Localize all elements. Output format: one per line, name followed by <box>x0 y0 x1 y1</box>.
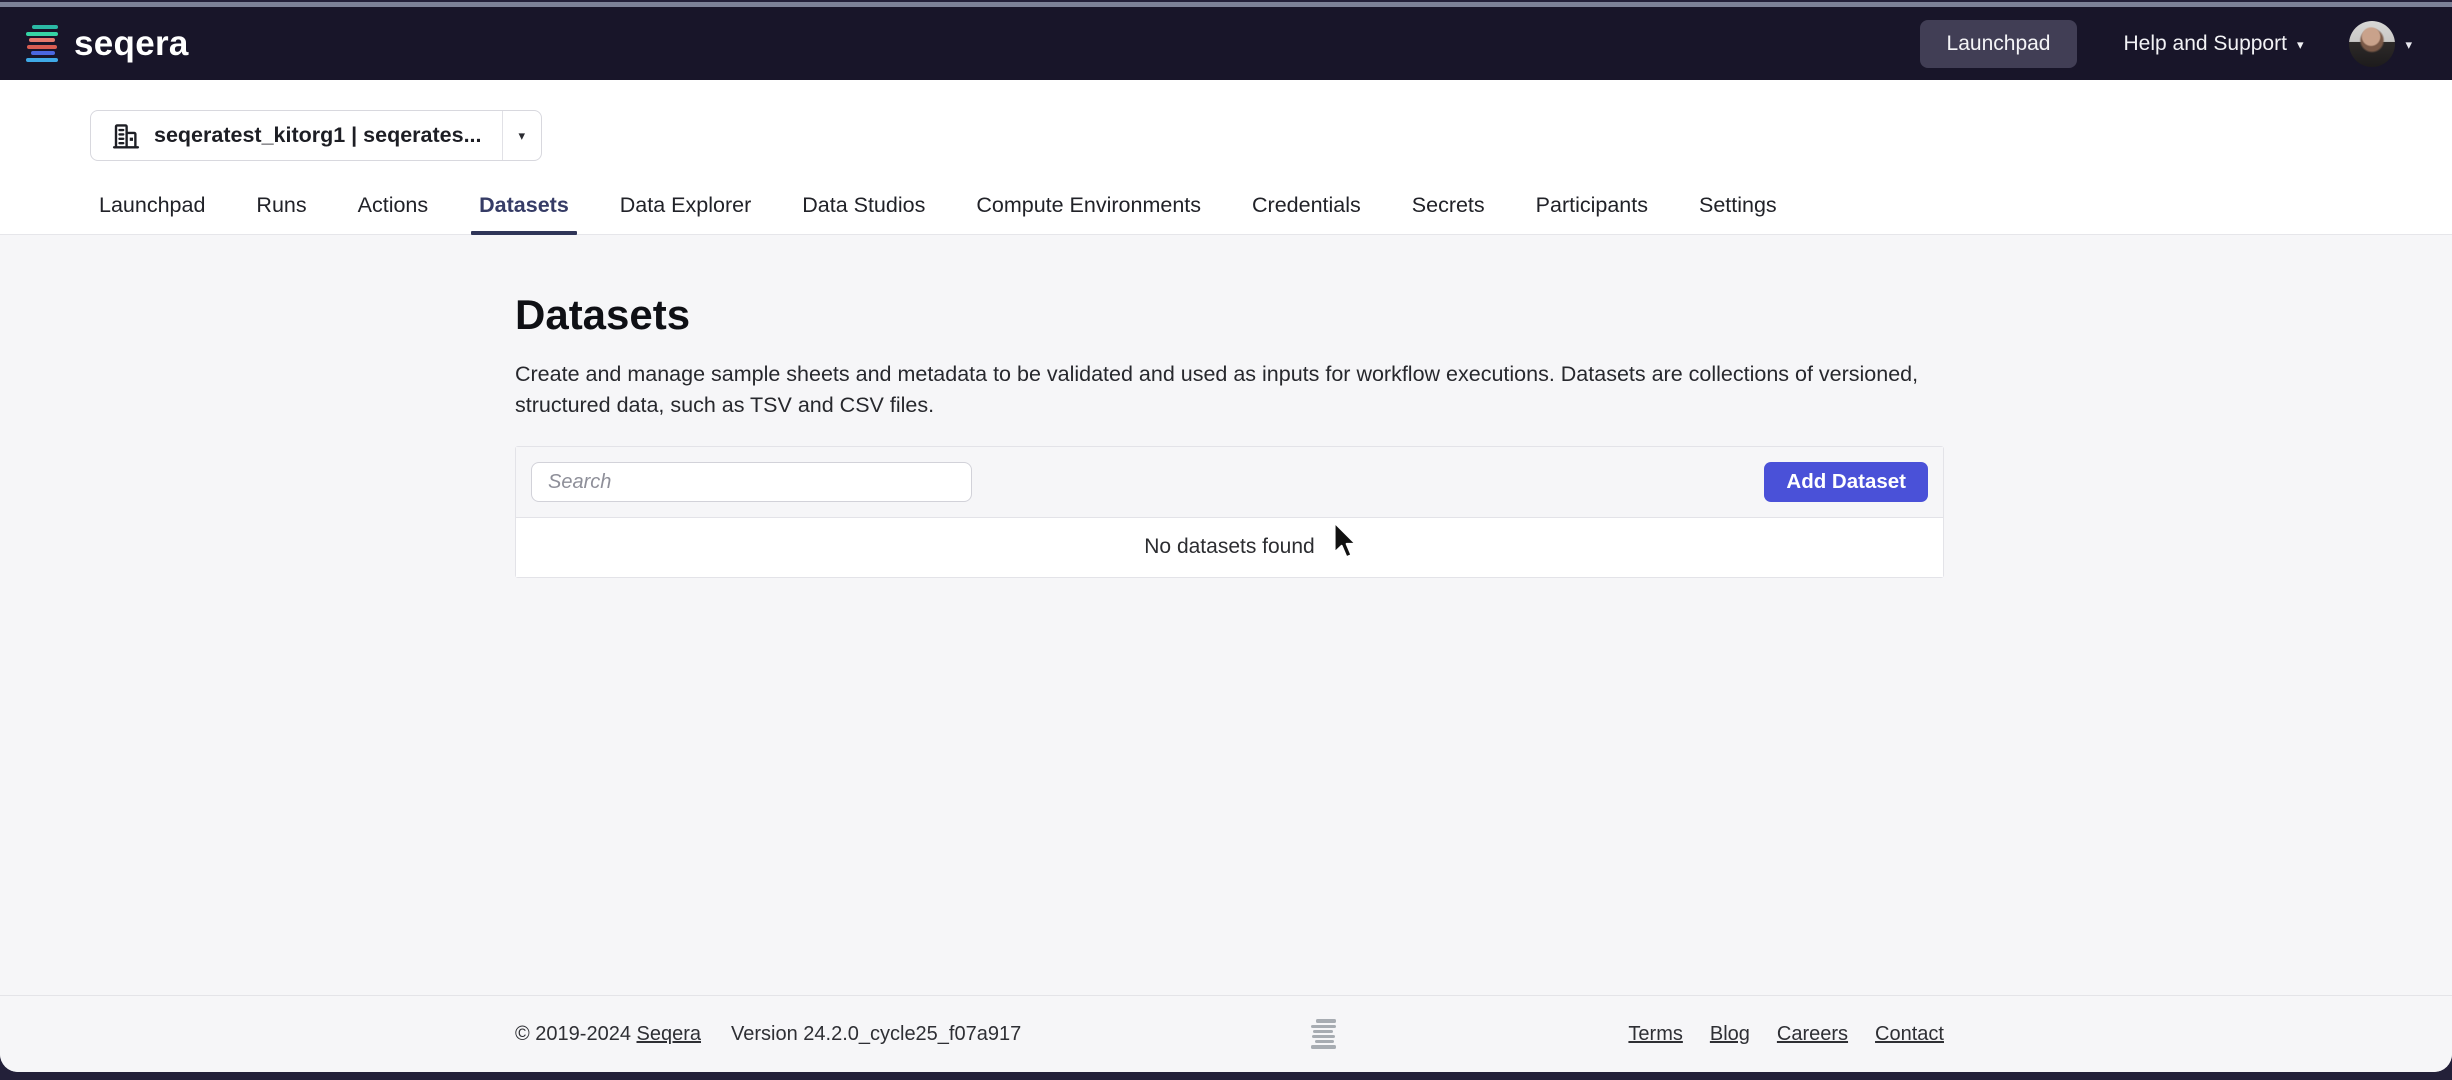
footer-link-terms[interactable]: Terms <box>1628 1023 1682 1046</box>
help-and-support-menu[interactable]: Help and Support ▾ <box>2123 32 2303 56</box>
empty-state-message: No datasets found <box>1144 535 1314 558</box>
version-text: Version 24.2.0_cycle25_f07a917 <box>731 1023 1021 1046</box>
tab-actions[interactable]: Actions <box>356 193 431 234</box>
tab-data-explorer[interactable]: Data Explorer <box>618 193 753 234</box>
chevron-down-icon: ▾ <box>2297 38 2304 51</box>
tab-participants[interactable]: Participants <box>1534 193 1650 234</box>
page-content: seqeratest_kitorg1 | seqerates... ▾ Laun… <box>0 80 2452 1072</box>
page-footer: © 2019-2024 Seqera Version 24.2.0_cycle2… <box>0 995 2452 1072</box>
footer-links: Terms Blog Careers Contact <box>1628 1023 1944 1046</box>
avatar <box>2349 21 2395 67</box>
organization-icon <box>111 121 141 151</box>
top-navbar: seqera Launchpad Help and Support ▾ ▾ <box>0 7 2452 80</box>
tab-data-studios[interactable]: Data Studios <box>800 193 927 234</box>
user-menu[interactable]: ▾ <box>2349 21 2412 67</box>
add-dataset-button[interactable]: Add Dataset <box>1764 462 1928 502</box>
tab-launchpad[interactable]: Launchpad <box>97 193 207 234</box>
seqera-logo-icon <box>26 25 60 62</box>
datasets-toolbar: Add Dataset <box>516 447 1943 518</box>
page-description: Create and manage sample sheets and meta… <box>515 359 1944 420</box>
copyright-text: © 2019-2024 Seqera <box>515 1023 701 1046</box>
search-input[interactable] <box>531 462 972 502</box>
page-title: Datasets <box>515 291 1944 339</box>
footer-link-contact[interactable]: Contact <box>1875 1023 1944 1046</box>
help-and-support-label: Help and Support <box>2123 32 2286 56</box>
tab-runs[interactable]: Runs <box>254 193 308 234</box>
tab-datasets[interactable]: Datasets <box>477 193 571 234</box>
tab-settings[interactable]: Settings <box>1697 193 1779 234</box>
tab-secrets[interactable]: Secrets <box>1410 193 1487 234</box>
workspace-selector[interactable]: seqeratest_kitorg1 | seqerates... ▾ <box>90 110 542 161</box>
seqera-logo[interactable]: seqera <box>26 24 189 64</box>
footer-link-blog[interactable]: Blog <box>1710 1023 1750 1046</box>
chevron-down-icon: ▾ <box>519 128 526 143</box>
main-area: Datasets Create and manage sample sheets… <box>0 235 2452 995</box>
launchpad-button[interactable]: Launchpad <box>1920 20 2078 68</box>
chevron-down-icon: ▾ <box>2405 38 2412 51</box>
tab-compute-environments[interactable]: Compute Environments <box>974 193 1203 234</box>
workspace-tabs: Launchpad Runs Actions Datasets Data Explore… <box>0 193 2452 235</box>
workspace-selector-label: seqeratest_kitorg1 | seqerates... <box>154 123 482 148</box>
seqera-link[interactable]: Seqera <box>637 1023 702 1045</box>
empty-state-row: No datasets found <box>516 518 1943 577</box>
datasets-panel: Add Dataset No datasets found <box>515 446 1944 578</box>
seqera-mark-icon <box>1311 1019 1338 1048</box>
brand-name: seqera <box>74 24 189 64</box>
footer-link-careers[interactable]: Careers <box>1777 1023 1848 1046</box>
tab-credentials[interactable]: Credentials <box>1250 193 1363 234</box>
